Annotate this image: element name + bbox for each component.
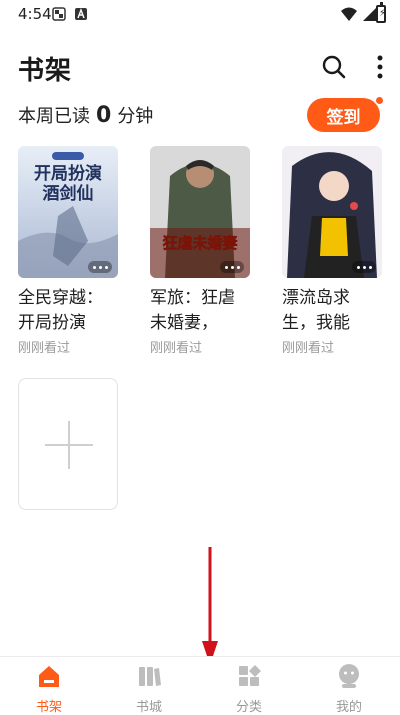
- status-time: 4:54: [18, 5, 52, 23]
- signin-badge-dot: [375, 96, 384, 105]
- book-item[interactable]: 漂流岛求生，我能扫… 刚刚看过: [282, 146, 382, 356]
- bottom-tab-bar: 书架 书城 分类 我的: [0, 656, 400, 715]
- tab-category[interactable]: 分类: [214, 663, 284, 715]
- book-status: 刚刚看过: [18, 341, 71, 356]
- wifi-icon: [341, 7, 357, 21]
- tab-bookshelf[interactable]: 书架: [14, 663, 84, 715]
- book-item[interactable]: 开局扮演酒剑仙 全民穿越：开局扮演酒… 刚刚看过: [18, 146, 118, 356]
- search-button[interactable]: [318, 51, 350, 83]
- app-notification-icon: [75, 8, 87, 20]
- tab-profile[interactable]: 我的: [314, 663, 384, 715]
- book-cover-title: 狂虐未婚妻: [162, 234, 238, 253]
- book-title: 全民穿越：开局扮演酒…: [18, 288, 103, 333]
- signin-button[interactable]: 签到: [307, 98, 380, 132]
- more-options-icon[interactable]: [88, 261, 112, 273]
- more-options-icon[interactable]: [352, 261, 376, 273]
- reading-minutes: 0: [96, 103, 112, 128]
- profile-icon: [339, 664, 359, 688]
- tab-label: 分类: [235, 700, 262, 715]
- book-cover-image: [150, 146, 250, 278]
- book-cover[interactable]: [282, 146, 382, 278]
- book-cover[interactable]: 狂虐未婚妻: [150, 146, 250, 278]
- tab-bookstore[interactable]: 书城: [114, 663, 184, 715]
- book-status: 刚刚看过: [150, 341, 203, 356]
- book-cover-image: [282, 146, 382, 278]
- bookshelf-icon: [39, 666, 59, 687]
- tab-label: 我的: [335, 700, 362, 715]
- book-cover[interactable]: 开局扮演酒剑仙: [18, 146, 118, 278]
- tab-label: 书架: [35, 700, 62, 715]
- tab-label: 书城: [135, 700, 162, 715]
- book-title: 军旅：狂虐未婚妻，岳…: [150, 288, 235, 333]
- category-icon: [239, 665, 261, 686]
- status-bar: 4:54 ⚡: [0, 0, 400, 30]
- page-title: 书架: [18, 56, 73, 86]
- annotation-arrow: [202, 547, 218, 665]
- bookstore-icon: [139, 667, 161, 686]
- book-cover-title: 开局扮演酒剑仙: [34, 164, 102, 204]
- add-book-button[interactable]: [18, 378, 118, 510]
- search-icon: [322, 55, 346, 79]
- book-status: 刚刚看过: [282, 341, 335, 356]
- notification-icon: [52, 7, 66, 21]
- more-options-icon[interactable]: [220, 261, 244, 273]
- plus-icon-vertical: [68, 421, 70, 469]
- reading-prefix: 本周已读: [18, 106, 90, 127]
- more-vertical-icon: [377, 55, 383, 79]
- book-item[interactable]: 狂虐未婚妻 军旅：狂虐未婚妻，岳… 刚刚看过: [150, 146, 250, 356]
- book-title: 漂流岛求生，我能扫…: [282, 288, 350, 333]
- battery-icon: ⚡: [376, 2, 386, 23]
- weekly-reading: 本周已读 0 分钟: [18, 102, 153, 128]
- more-button[interactable]: [364, 51, 396, 83]
- reading-unit: 分钟: [117, 106, 154, 127]
